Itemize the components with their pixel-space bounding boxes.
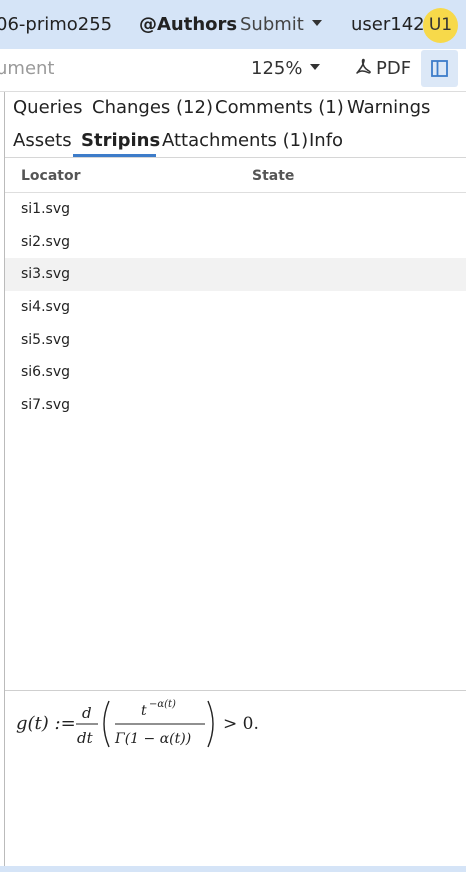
tab-queries[interactable]: Queries (13, 97, 83, 118)
formula-numerator-exponent: −α(t) (149, 699, 176, 710)
formula-d-denominator: dt (77, 729, 94, 747)
locator-cell: si4.svg (21, 299, 71, 315)
table-row[interactable]: si2.svg (5, 226, 466, 259)
tab-comments[interactable]: Comments (1) (215, 97, 344, 118)
locator-cell: si1.svg (21, 201, 71, 217)
formula-lhs: g(t) := (16, 713, 76, 734)
formula-denominator: Γ(1 − α(t)) (114, 731, 191, 747)
tab-info[interactable]: Info (309, 130, 343, 151)
side-panel: Queries Changes (12) Comments (1) Warnin… (4, 92, 466, 872)
locator-cell: si2.svg (21, 234, 71, 250)
column-header-locator[interactable]: Locator (21, 168, 81, 184)
submit-label: Submit (240, 14, 304, 35)
table-row-selected[interactable]: si3.svg (5, 258, 466, 291)
tab-changes[interactable]: Changes (12) (92, 97, 213, 118)
caret-down-icon (310, 64, 321, 70)
formula-d-numerator: d (82, 704, 92, 722)
locator-cell: si5.svg (21, 332, 71, 348)
pdf-button[interactable]: PDF (354, 58, 411, 79)
table-header: Locator State (5, 158, 466, 193)
column-header-state[interactable]: State (252, 168, 294, 184)
formula-rhs: > 0. (223, 714, 259, 734)
tab-stripins[interactable]: Stripins (81, 130, 160, 151)
right-paren (207, 700, 214, 748)
document-id[interactable]: 06-primo255 (0, 14, 112, 35)
locator-cell: si6.svg (21, 364, 71, 380)
pdf-label: PDF (376, 58, 412, 79)
tab-assets[interactable]: Assets (13, 130, 72, 151)
sidebar-panel-icon (431, 60, 448, 77)
bottom-bar (0, 866, 466, 872)
locator-cell: si7.svg (21, 397, 71, 413)
sidebar-toggle-button[interactable] (421, 50, 458, 87)
table-row[interactable]: si5.svg (5, 324, 466, 357)
user-name[interactable]: user142 (351, 14, 425, 35)
toolbar: ument 125% PDF (0, 49, 466, 92)
acrobat-icon (356, 58, 371, 74)
document-search-input[interactable]: ument (0, 58, 54, 79)
table-row[interactable]: si4.svg (5, 291, 466, 324)
formula-svg: g(t) := d dt t −α(t) Γ(1 − α(t)) > 0. (16, 699, 259, 748)
caret-down-icon (311, 20, 322, 26)
table-row[interactable]: si7.svg (5, 389, 466, 422)
table-row[interactable]: si6.svg (5, 356, 466, 389)
top-bar: 06-primo255 @Authors Submit user142 U1 (0, 0, 466, 49)
tab-attachments[interactable]: Attachments (1) (162, 130, 308, 151)
formula-preview: g(t) := d dt t −α(t) Γ(1 − α(t)) > 0. (5, 690, 466, 872)
avatar[interactable]: U1 (423, 8, 458, 43)
left-paren (103, 700, 110, 748)
tab-warnings[interactable]: Warnings (347, 97, 430, 118)
zoom-value: 125% (251, 58, 303, 79)
submit-dropdown[interactable]: Submit (240, 14, 322, 35)
table-row[interactable]: si1.svg (5, 193, 466, 226)
locator-cell: si3.svg (21, 266, 71, 282)
formula-numerator: t (141, 703, 147, 719)
authors-link[interactable]: @Authors (139, 14, 237, 35)
zoom-dropdown[interactable]: 125% (251, 58, 321, 79)
